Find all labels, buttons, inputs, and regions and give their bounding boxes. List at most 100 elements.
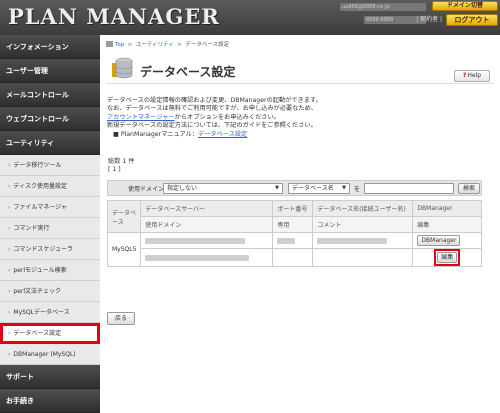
back-button[interactable]: 戻る bbox=[107, 312, 135, 325]
column-header-purpose: 専用 bbox=[272, 216, 314, 233]
db-type-cell: MySQL5 bbox=[106, 232, 142, 267]
sidebar-item-label: perlモジュール検索 bbox=[13, 267, 67, 274]
pager[interactable]: [ 1 ] bbox=[108, 166, 121, 173]
description-line: なお、データベースは無料でご利用可能ですが、お申し込みが必要なため、 bbox=[107, 105, 317, 113]
sidebar-item-dbmanager[interactable]: › DBManager (MySQL) bbox=[0, 344, 100, 365]
help-label: Help bbox=[467, 72, 482, 79]
column-header-comment: コメント bbox=[312, 216, 414, 233]
help-button[interactable]: ?Help bbox=[454, 70, 490, 82]
search-button[interactable]: 検索 bbox=[458, 183, 480, 194]
edit-button[interactable]: 編集 bbox=[437, 252, 458, 263]
db-port-cell bbox=[272, 232, 314, 249]
sidebar-item-label: コマンドスケジューラ bbox=[13, 246, 73, 253]
breadcrumb-current: データベース設定 bbox=[185, 42, 230, 48]
sidebar-item-label: データ移行ツール bbox=[13, 162, 62, 169]
sidebar-section-mail[interactable]: メールコントロール bbox=[0, 83, 100, 107]
sidebar-item-db-settings[interactable]: › データベース設定 bbox=[0, 323, 100, 344]
sidebar: インフォメーション ユーザー管理 メールコントロール ウェブコントロール ユーテ… bbox=[0, 35, 100, 413]
main-content: Top > ユーティリティ > データベース設定 データベース設定 ?Help … bbox=[100, 35, 500, 403]
breadcrumb: Top > ユーティリティ > データベース設定 bbox=[106, 40, 229, 48]
sidebar-section-utility[interactable]: ユーティリティ bbox=[0, 131, 100, 155]
top-header: PLAN MANAGER ua888@8888.ne.jp 8888-8888 … bbox=[0, 0, 500, 35]
breadcrumb-separator: > bbox=[127, 42, 133, 48]
database-table: データベース データベースサーバー ポート番号 データベース名(接続ユーザー名)… bbox=[106, 200, 482, 267]
sidebar-item-perl-module[interactable]: › perlモジュール検索 bbox=[0, 260, 100, 281]
column-header-edit: 編集 bbox=[412, 216, 482, 233]
search-bar: 使用ドメイン 指定しない ▼ データベース名 ▼ を 検索 bbox=[107, 180, 482, 196]
column-header-domain: 使用ドメイン bbox=[140, 216, 274, 233]
domain-filter-value: 指定しない bbox=[167, 185, 198, 192]
chevron-down-icon: ▼ bbox=[342, 185, 346, 191]
description: データベースの設定情報の確認および変更、DBManagerの起動ができます。 な… bbox=[107, 97, 493, 139]
search-field-value: データベース名 bbox=[292, 185, 334, 192]
chevron-right-icon: › bbox=[8, 351, 11, 358]
sidebar-item-label: DBManager (MySQL) bbox=[13, 351, 76, 358]
table-row: 編集 bbox=[108, 248, 482, 267]
sidebar-item-data-migration[interactable]: › データ移行ツール bbox=[0, 155, 100, 176]
db-server-cell bbox=[140, 232, 274, 249]
chevron-right-icon: › bbox=[8, 288, 11, 295]
sidebar-item-label: ディスク使用量設定 bbox=[13, 183, 67, 190]
domain-filter-label: 使用ドメイン bbox=[128, 186, 165, 193]
sidebar-item-disk-usage[interactable]: › ディスク使用量設定 bbox=[0, 176, 100, 197]
sidebar-item-command-exec[interactable]: › コマンド実行 bbox=[0, 218, 100, 239]
page-title: データベース設定 bbox=[140, 65, 236, 79]
sidebar-section-support[interactable]: サポート bbox=[0, 365, 100, 389]
domain-filter-select[interactable]: 指定しない ▼ bbox=[163, 183, 283, 194]
db-purpose-cell bbox=[272, 248, 314, 267]
chevron-right-icon: › bbox=[8, 225, 11, 232]
account-email-field: ua888@8888.ne.jp bbox=[340, 3, 426, 11]
masked-value bbox=[317, 237, 388, 244]
title-divider bbox=[106, 83, 494, 84]
table-row: MySQL5 DBManager bbox=[106, 232, 482, 267]
sidebar-item-mysql-db[interactable]: › MySQLデータベース bbox=[0, 302, 100, 323]
db-comment-cell bbox=[312, 248, 414, 267]
chevron-right-icon: › bbox=[8, 267, 11, 274]
masked-value bbox=[277, 237, 296, 244]
description-line: 新規データベースの設定方法については、下記のガイドをご参照ください。 bbox=[107, 122, 317, 130]
dbmanager-launch-button[interactable]: DBManager bbox=[417, 235, 461, 246]
column-header-server: データベースサーバー bbox=[140, 200, 274, 217]
dbmanager-cell: DBManager bbox=[412, 232, 482, 249]
edit-cell: 編集 bbox=[412, 248, 482, 267]
manual-db-settings-link[interactable]: データベース設定 bbox=[198, 131, 247, 138]
breadcrumb-top-link[interactable]: Top bbox=[115, 42, 124, 48]
sidebar-item-label: コマンド実行 bbox=[13, 225, 50, 232]
question-icon: ? bbox=[462, 72, 467, 79]
chevron-right-icon: › bbox=[8, 330, 11, 337]
manual-prefix: ■ PlanManagerマニュアル： bbox=[113, 130, 199, 138]
logout-button[interactable]: ログアウト bbox=[446, 14, 498, 26]
search-particle: を bbox=[354, 186, 361, 193]
breadcrumb-utility-link[interactable]: ユーティリティ bbox=[136, 42, 174, 48]
sidebar-item-label: perl文法チェック bbox=[13, 288, 62, 295]
sidebar-item-perl-check[interactable]: › perl文法チェック bbox=[0, 281, 100, 302]
masked-value bbox=[145, 254, 250, 261]
column-header-port: ポート番号 bbox=[272, 200, 314, 217]
home-icon bbox=[106, 41, 113, 47]
account-manager-link[interactable]: アカウントマネージャー bbox=[107, 114, 175, 121]
description-line: からオプションをお申込みください。 bbox=[174, 113, 280, 121]
chevron-right-icon: › bbox=[8, 183, 11, 190]
masked-value bbox=[145, 237, 246, 244]
column-header-dbname: データベース名(接続ユーザー名) bbox=[312, 200, 414, 217]
search-field-select[interactable]: データベース名 ▼ bbox=[288, 183, 350, 194]
domain-switch-button[interactable]: ドメイン切替 bbox=[432, 1, 498, 11]
sidebar-item-label: データベース設定 bbox=[13, 330, 62, 337]
sidebar-item-command-scheduler[interactable]: › コマンドスケジューラ bbox=[0, 239, 100, 260]
sidebar-section-procedures[interactable]: お手続き bbox=[0, 389, 100, 413]
sidebar-section-info[interactable]: インフォメーション bbox=[0, 35, 100, 59]
sidebar-section-web[interactable]: ウェブコントロール bbox=[0, 107, 100, 131]
chevron-right-icon: › bbox=[8, 204, 11, 211]
sidebar-section-users[interactable]: ユーザー管理 bbox=[0, 59, 100, 83]
chevron-down-icon: ▼ bbox=[275, 185, 279, 191]
app-logo: PLAN MANAGER bbox=[8, 4, 220, 29]
db-name-cell bbox=[312, 232, 414, 249]
contract-link[interactable]: | 契約者 | bbox=[416, 15, 442, 25]
breadcrumb-separator: > bbox=[177, 42, 182, 48]
chevron-right-icon: › bbox=[8, 162, 11, 169]
database-icon bbox=[112, 57, 133, 79]
db-domain-cell bbox=[140, 248, 274, 267]
sidebar-item-file-manager[interactable]: › ファイルマネージャ bbox=[0, 197, 100, 218]
search-input[interactable] bbox=[364, 183, 454, 194]
sidebar-item-label: MySQLデータベース bbox=[13, 309, 70, 316]
